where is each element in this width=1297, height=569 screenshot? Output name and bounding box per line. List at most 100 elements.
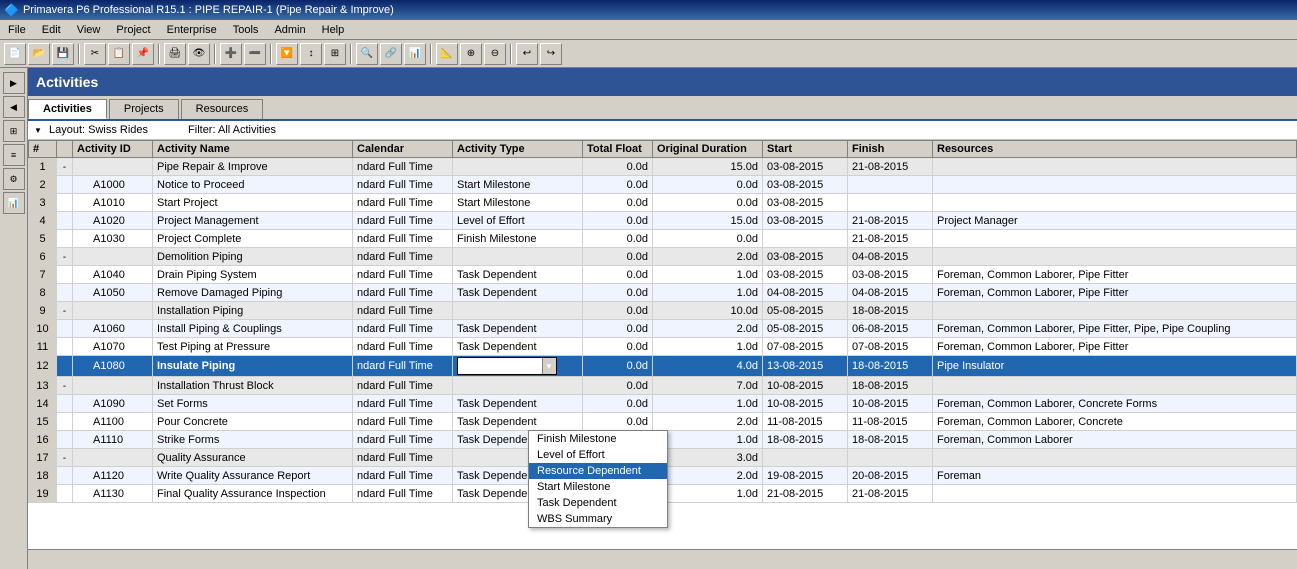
menu-edit[interactable]: Edit <box>38 24 65 36</box>
col-activity-type[interactable]: Activity Type <box>453 141 583 158</box>
expand-btn[interactable]: ⊕ <box>460 43 482 65</box>
expand-icon[interactable]: - <box>63 162 66 173</box>
table-row[interactable]: 1-Pipe Repair & Improvendard Full Time0.… <box>29 158 1297 176</box>
activity-type-select[interactable]: Task Dependent ▼ <box>457 357 557 375</box>
table-row[interactable]: 5A1030Project Completendard Full TimeFin… <box>29 230 1297 248</box>
col-start[interactable]: Start <box>763 141 848 158</box>
expand-icon[interactable]: - <box>63 306 66 317</box>
expand-icon[interactable]: - <box>63 252 66 263</box>
menu-admin[interactable]: Admin <box>270 24 309 36</box>
preview-btn[interactable]: 👁 <box>188 43 210 65</box>
collapse-btn[interactable]: ⊖ <box>484 43 506 65</box>
copy-btn[interactable]: 📋 <box>108 43 130 65</box>
cell-expand[interactable] <box>57 485 73 503</box>
menu-view[interactable]: View <box>73 24 105 36</box>
left-btn-5[interactable]: ⚙ <box>3 168 25 190</box>
dropdown-item[interactable]: Resource Dependent <box>529 463 667 479</box>
menu-file[interactable]: File <box>4 24 30 36</box>
sort-btn[interactable]: ↕ <box>300 43 322 65</box>
col-resources[interactable]: Resources <box>933 141 1297 158</box>
undo-btn[interactable]: ↩ <box>516 43 538 65</box>
table-row[interactable]: 7A1040Drain Piping Systemndard Full Time… <box>29 266 1297 284</box>
cell-expand[interactable] <box>57 356 73 377</box>
redo-btn[interactable]: ↪ <box>540 43 562 65</box>
table-row[interactable]: 3A1010Start Projectndard Full TimeStart … <box>29 194 1297 212</box>
table-row[interactable]: 6-Demolition Pipingndard Full Time0.0d2.… <box>29 248 1297 266</box>
cell-expand[interactable] <box>57 212 73 230</box>
cell-expand[interactable]: - <box>57 302 73 320</box>
dropdown-item[interactable]: Finish Milestone <box>529 431 667 447</box>
print-btn[interactable]: 🖨 <box>164 43 186 65</box>
cell-expand[interactable]: - <box>57 449 73 467</box>
cell-expand[interactable] <box>57 194 73 212</box>
cell-expand[interactable] <box>57 467 73 485</box>
report-btn[interactable]: 📊 <box>404 43 426 65</box>
add-btn[interactable]: ➕ <box>220 43 242 65</box>
table-row[interactable]: 8A1050Remove Damaged Pipingndard Full Ti… <box>29 284 1297 302</box>
col-orig-dur[interactable]: Original Duration <box>653 141 763 158</box>
left-btn-1[interactable]: ▶ <box>3 72 25 94</box>
dropdown-item[interactable]: Start Milestone <box>529 479 667 495</box>
link-btn[interactable]: 🔗 <box>380 43 402 65</box>
open-btn[interactable]: 📂 <box>28 43 50 65</box>
cell-calendar: ndard Full Time <box>353 284 453 302</box>
cell-expand[interactable] <box>57 284 73 302</box>
cell-expand[interactable] <box>57 395 73 413</box>
table-row[interactable]: 2A1000Notice to Proceedndard Full TimeSt… <box>29 176 1297 194</box>
cell-expand[interactable] <box>57 338 73 356</box>
cell-expand[interactable]: - <box>57 248 73 266</box>
cell-expand[interactable] <box>57 413 73 431</box>
table-row[interactable]: 11A1070Test Piping at Pressurendard Full… <box>29 338 1297 356</box>
col-activity-name[interactable]: Activity Name <box>153 141 353 158</box>
del-btn[interactable]: ➖ <box>244 43 266 65</box>
cell-activity-type[interactable]: Task Dependent ▼ <box>453 356 583 377</box>
tab-resources[interactable]: Resources <box>181 99 264 119</box>
menu-enterprise[interactable]: Enterprise <box>163 24 221 36</box>
left-btn-4[interactable]: ≡ <box>3 144 25 166</box>
cell-expand[interactable] <box>57 266 73 284</box>
menu-help[interactable]: Help <box>318 24 349 36</box>
left-btn-2[interactable]: ◀ <box>3 96 25 118</box>
left-btn-6[interactable]: 📊 <box>3 192 25 214</box>
left-btn-3[interactable]: ⊞ <box>3 120 25 142</box>
layout-label: ▼ Layout: Swiss Rides <box>34 124 148 136</box>
table-row[interactable]: 13-Installation Thrust Blockndard Full T… <box>29 377 1297 395</box>
col-finish[interactable]: Finish <box>848 141 933 158</box>
layout-btn[interactable]: 📐 <box>436 43 458 65</box>
menu-tools[interactable]: Tools <box>229 24 263 36</box>
col-activity-id[interactable]: Activity ID <box>73 141 153 158</box>
filter-btn[interactable]: 🔽 <box>276 43 298 65</box>
expand-icon[interactable]: - <box>63 381 66 392</box>
tab-activities[interactable]: Activities <box>28 99 107 119</box>
cell-expand[interactable] <box>57 431 73 449</box>
table-row[interactable]: 15A1100Pour Concretendard Full TimeTask … <box>29 413 1297 431</box>
new-btn[interactable]: 📄 <box>4 43 26 65</box>
cut-btn[interactable]: ✂ <box>84 43 106 65</box>
dropdown-item[interactable]: Task Dependent <box>529 495 667 511</box>
table-row[interactable]: 10A1060Install Piping & Couplingsndard F… <box>29 320 1297 338</box>
col-total-float[interactable]: Total Float <box>583 141 653 158</box>
expand-icon[interactable]: - <box>63 453 66 464</box>
cell-expand[interactable] <box>57 176 73 194</box>
paste-btn[interactable]: 📌 <box>132 43 154 65</box>
table-row[interactable]: 12A1080Insulate Pipingndard Full Time Ta… <box>29 356 1297 377</box>
dropdown-item[interactable]: Level of Effort <box>529 447 667 463</box>
cell-expand[interactable] <box>57 230 73 248</box>
table-row[interactable]: 4A1020Project Managementndard Full TimeL… <box>29 212 1297 230</box>
group-btn[interactable]: ⊞ <box>324 43 346 65</box>
table-row[interactable]: 9-Installation Pipingndard Full Time0.0d… <box>29 302 1297 320</box>
cell-activity-type: Task Dependent <box>453 338 583 356</box>
cell-expand[interactable]: - <box>57 377 73 395</box>
cell-expand[interactable] <box>57 320 73 338</box>
activity-type-dropdown-btn[interactable]: ▼ <box>542 358 556 374</box>
tab-projects[interactable]: Projects <box>109 99 179 119</box>
col-calendar[interactable]: Calendar <box>353 141 453 158</box>
search-btn[interactable]: 🔍 <box>356 43 378 65</box>
cell-finish <box>848 194 933 212</box>
menu-project[interactable]: Project <box>112 24 154 36</box>
table-row[interactable]: 14A1090Set Formsndard Full TimeTask Depe… <box>29 395 1297 413</box>
save-btn[interactable]: 💾 <box>52 43 74 65</box>
cell-expand[interactable]: - <box>57 158 73 176</box>
dropdown-item[interactable]: WBS Summary <box>529 511 667 527</box>
activity-type-dropdown[interactable]: Finish MilestoneLevel of EffortResource … <box>528 430 668 528</box>
